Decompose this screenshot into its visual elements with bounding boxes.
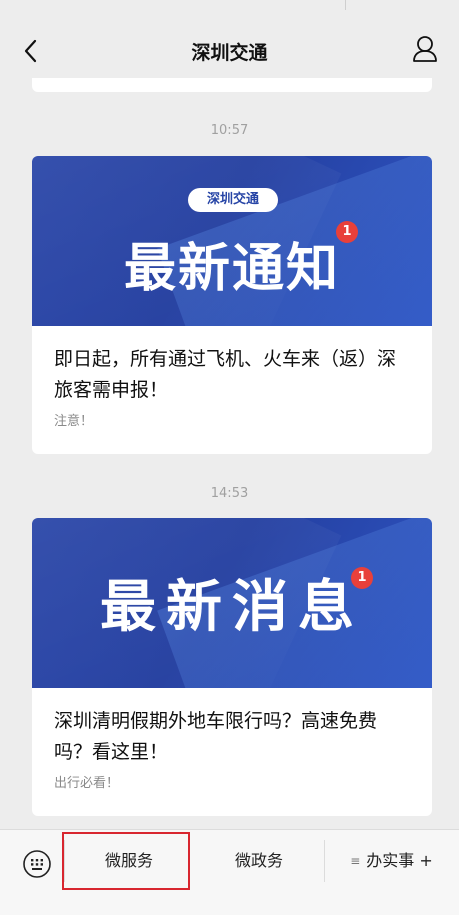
notification-badge: 1 (351, 567, 373, 589)
menu-item-weifuwu[interactable]: 微服务 (64, 830, 194, 890)
notification-badge: 1 (336, 221, 358, 243)
user-icon[interactable] (411, 34, 439, 64)
message-timestamp: 14:53 (210, 486, 249, 501)
menu-item-weizhengwu[interactable]: 微政务 (194, 830, 324, 890)
status-divider (345, 0, 346, 10)
menu-item-label: 办实事 + (366, 851, 433, 870)
page-title: 深圳交通 (191, 42, 268, 64)
status-bar (0, 0, 459, 14)
menu-item-label: 微服务 (104, 851, 153, 870)
article-headline: 即日起，所有通过飞机、火车来（返）深旅客需申报！ (54, 348, 397, 401)
article-subtitle: 出行必看！ (54, 776, 120, 791)
keyboard-icon[interactable] (22, 849, 52, 879)
article-card[interactable]: 最新消息 1 深圳清明假期外地车限行吗？高速免费吗？看这里！ 出行必看！ (32, 518, 432, 816)
menu-item-banshishi[interactable]: ≡ 办实事 + (324, 830, 459, 890)
menu-lines-icon: ≡ (350, 854, 361, 868)
article-headline: 深圳清明假期外地车限行吗？高速免费吗？看这里！ (54, 710, 378, 763)
banner-tag: 深圳交通 (188, 188, 278, 212)
top-nav-bar: 深圳交通 (0, 14, 459, 86)
article-subtitle: 注意！ (54, 414, 94, 429)
article-card[interactable]: 深圳交通 最新通知 1 即日起，所有通过飞机、火车来（返）深旅客需申报！ 注意！ (32, 156, 432, 454)
banner-title: 最新通知 (123, 239, 340, 299)
previous-message-card[interactable] (32, 78, 432, 92)
message-timestamp: 10:57 (210, 123, 249, 138)
menu-item-label: 微政务 (234, 851, 283, 870)
chevron-left-icon[interactable] (20, 38, 44, 64)
article-banner: 深圳交通 最新通知 1 (32, 156, 432, 326)
article-banner: 最新消息 1 (32, 518, 432, 688)
bottom-menu-bar: 微服务 微政务 ≡ 办实事 + (0, 829, 459, 915)
